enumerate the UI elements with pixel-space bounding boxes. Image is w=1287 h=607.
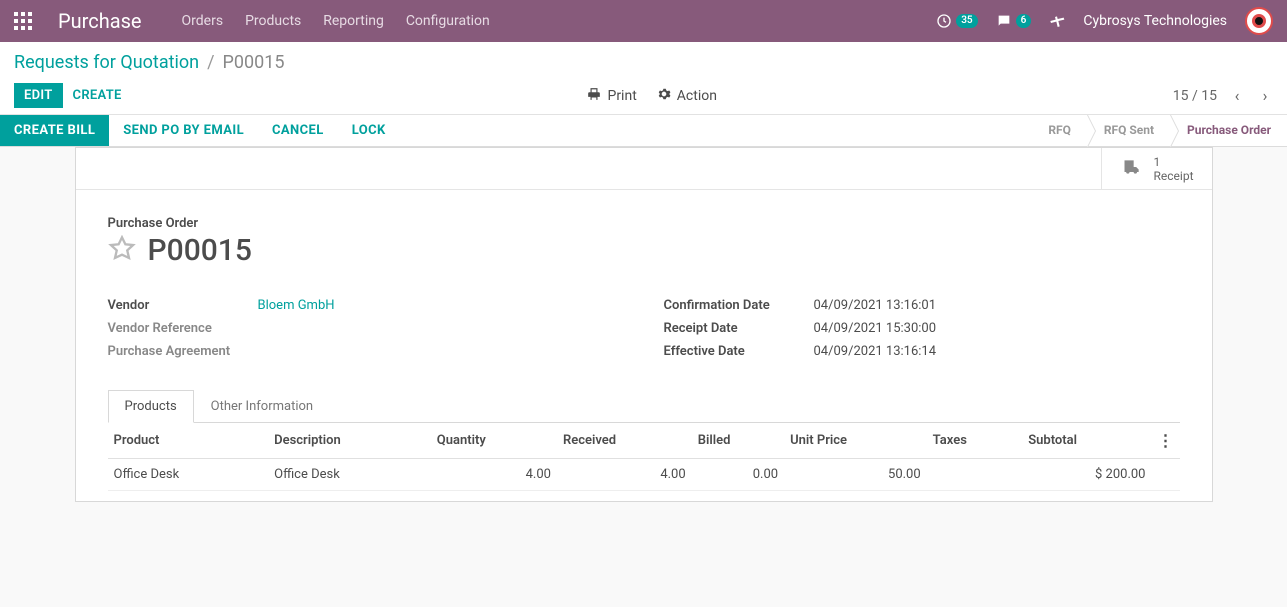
breadcrumb: Requests for Quotation / P00015 [14,52,1273,73]
nav-orders[interactable]: Orders [182,13,224,29]
clock-icon [936,13,952,29]
messages-badge: 6 [1016,14,1032,28]
nav-reporting[interactable]: Reporting [323,13,384,29]
chat-icon [996,13,1012,29]
po-name: P00015 [148,233,252,268]
print-label: Print [607,88,636,104]
vendor-label: Vendor [108,298,258,313]
apps-icon[interactable] [14,12,32,30]
pager-next[interactable]: › [1257,86,1273,105]
order-lines-table: Product Description Quantity Received Bi… [108,423,1180,491]
create-button[interactable]: Create [63,83,132,108]
pager-text[interactable]: 15 / 15 [1173,88,1217,104]
cell-received: 4.00 [557,459,692,491]
confirmation-date-value: 04/09/2021 13:16:01 [814,298,937,313]
th-billed[interactable]: Billed [692,423,784,459]
th-quantity[interactable]: Quantity [431,423,557,459]
th-product[interactable]: Product [108,423,269,459]
form-sheet: 1 Receipt Purchase Order P00015 Vendor B… [75,147,1213,502]
truck-icon [1120,157,1144,181]
effective-date-label: Effective Date [664,344,814,359]
receipt-label: Receipt [1154,169,1194,183]
messages-button[interactable]: 6 [996,13,1032,29]
company-selector[interactable]: Cybrosys Technologies [1083,13,1227,29]
action-label: Action [677,88,717,104]
priority-star[interactable] [108,235,136,267]
tab-products[interactable]: Products [108,390,194,423]
cell-billed: 0.00 [692,459,784,491]
activities-badge: 35 [956,14,977,28]
activities-button[interactable]: 35 [936,13,977,29]
th-received[interactable]: Received [557,423,692,459]
stage-po[interactable]: Purchase Order [1170,115,1287,146]
receipt-stat-button[interactable]: 1 Receipt [1101,148,1212,189]
cell-quantity: 4.00 [431,459,557,491]
nav-right: 35 6 Cybrosys Technologies [936,7,1273,35]
status-bar: Create Bill Send PO by Email Cancel Lock… [0,115,1287,147]
th-taxes[interactable]: Taxes [927,423,1023,459]
title-label: Purchase Order [108,216,1180,231]
debug-icon[interactable] [1049,13,1065,29]
control-panel: Requests for Quotation / P00015 Edit Cre… [0,42,1287,115]
cell-taxes [927,459,1023,491]
breadcrumb-separator: / [207,52,214,73]
cancel-button[interactable]: Cancel [258,115,338,146]
cell-product: Office Desk [108,459,269,491]
edit-button[interactable]: Edit [14,83,63,108]
form-view: 1 Receipt Purchase Order P00015 Vendor B… [0,147,1287,502]
cell-description: Office Desk [268,459,431,491]
gear-icon [657,87,671,105]
th-subtotal[interactable]: Subtotal [1022,423,1151,459]
breadcrumb-parent[interactable]: Requests for Quotation [14,52,199,73]
lock-button[interactable]: Lock [338,115,400,146]
nav-products[interactable]: Products [245,13,301,29]
user-avatar[interactable] [1245,7,1273,35]
top-nav: Purchase Orders Products Reporting Confi… [0,0,1287,42]
button-box: 1 Receipt [76,148,1212,190]
receipt-date-label: Receipt Date [664,321,814,336]
receipt-date-value: 04/09/2021 15:30:00 [814,321,937,336]
tabs: Products Other Information [108,389,1180,423]
th-unit-price[interactable]: Unit Price [784,423,927,459]
agreement-label: Purchase Agreement [108,344,258,359]
effective-date-value: 04/09/2021 13:16:14 [814,344,937,359]
action-button[interactable]: Action [657,87,717,105]
vendor-ref-label: Vendor Reference [108,321,258,336]
stage-rfq-sent[interactable]: RFQ Sent [1087,115,1170,146]
cell-subtotal: $ 200.00 [1022,459,1151,491]
tab-other[interactable]: Other Information [194,390,330,423]
table-row[interactable]: Office Desk Office Desk 4.00 4.00 0.00 5… [108,459,1180,491]
cell-unit-price: 50.00 [784,459,927,491]
print-icon [587,87,601,105]
pager-prev[interactable]: ‹ [1229,86,1245,105]
nav-links: Orders Products Reporting Configuration [182,13,490,29]
send-po-button[interactable]: Send PO by Email [109,115,258,146]
stage-rfq[interactable]: RFQ [1032,115,1087,146]
th-options-icon[interactable]: ⋮ [1152,423,1180,459]
vendor-value[interactable]: Bloem GmbH [258,298,335,313]
print-button[interactable]: Print [587,87,636,105]
confirmation-date-label: Confirmation Date [664,298,814,313]
nav-configuration[interactable]: Configuration [406,13,490,29]
breadcrumb-current: P00015 [223,52,285,73]
create-bill-button[interactable]: Create Bill [0,115,109,146]
app-brand[interactable]: Purchase [58,9,142,33]
th-description[interactable]: Description [268,423,431,459]
receipt-count: 1 [1154,155,1194,169]
